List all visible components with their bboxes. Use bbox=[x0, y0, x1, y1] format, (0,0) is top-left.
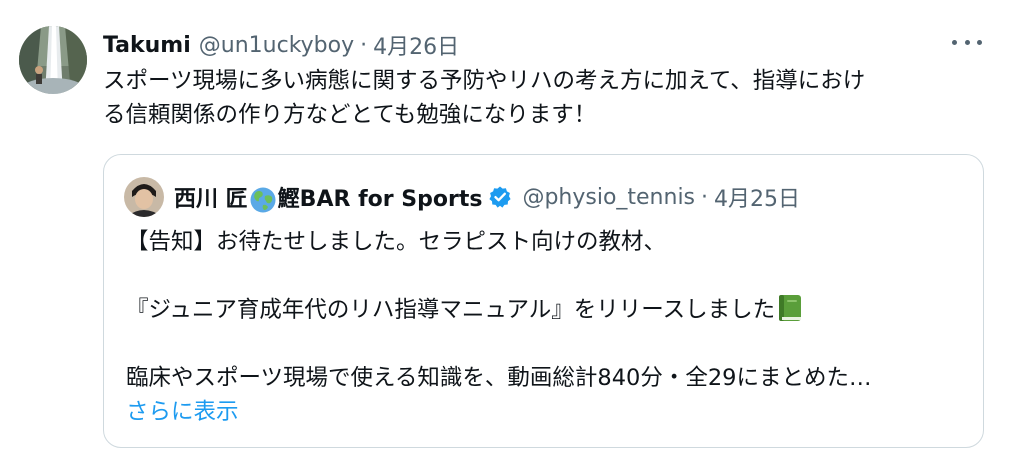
tweet-text: スポーツ現場に多い病態に関する予防やリハの考え方に加えて、指導におけ る信頼関係… bbox=[103, 64, 983, 132]
separator-dot: · bbox=[701, 184, 709, 210]
tweet-text-line: る信頼関係の作り方などとても勉強になります！ bbox=[103, 102, 597, 128]
quoted-user-handle[interactable]: @physio_tennis bbox=[522, 185, 695, 210]
avatar[interactable] bbox=[19, 26, 87, 94]
quoted-text-line: 【告知】お待たせしました。セラピスト向けの教材、 bbox=[126, 229, 667, 255]
quoted-header: 西川 匠 鰹BAR for Sports @physio_tennis · 4月… bbox=[174, 180, 800, 214]
separator-dot: · bbox=[360, 32, 368, 58]
display-name[interactable]: Takumi bbox=[103, 33, 191, 58]
green-book-icon bbox=[779, 295, 802, 321]
quoted-text-line: 臨床やスポーツ現場で使える知識を、動画総計840分・全29にまとめた… bbox=[126, 365, 872, 391]
verified-badge-icon bbox=[489, 186, 512, 208]
quoted-text: 【告知】お待たせしました。セラピスト向けの教材、 『ジュニア育成年代のリハ指導マ… bbox=[126, 225, 971, 429]
tweet-text-line: スポーツ現場に多い病態に関する予防やリハの考え方に加えて、指導におけ bbox=[103, 68, 866, 94]
quoted-tweet[interactable]: 西川 匠 鰹BAR for Sports @physio_tennis · 4月… bbox=[103, 154, 984, 448]
show-more-link[interactable]: さらに表示 bbox=[126, 395, 971, 429]
quoted-date[interactable]: 4月25日 bbox=[714, 181, 800, 213]
tweet-date[interactable]: 4月26日 bbox=[373, 29, 459, 61]
ellipsis-icon[interactable] bbox=[952, 35, 982, 49]
tweet[interactable]: Takumi @un1uckyboy · 4月26日 スポーツ現場に多い病態に関… bbox=[0, 0, 1024, 465]
quoted-avatar[interactable] bbox=[124, 177, 164, 217]
quoted-display-name[interactable]: 西川 匠 鰹BAR for Sports bbox=[174, 181, 482, 214]
globe-icon bbox=[250, 187, 276, 212]
quoted-text-line: 『ジュニア育成年代のリハ指導マニュアル』をリリースしました bbox=[126, 293, 971, 327]
user-handle[interactable]: @un1uckyboy bbox=[199, 33, 354, 58]
tweet-header: Takumi @un1uckyboy · 4月26日 bbox=[103, 28, 459, 62]
